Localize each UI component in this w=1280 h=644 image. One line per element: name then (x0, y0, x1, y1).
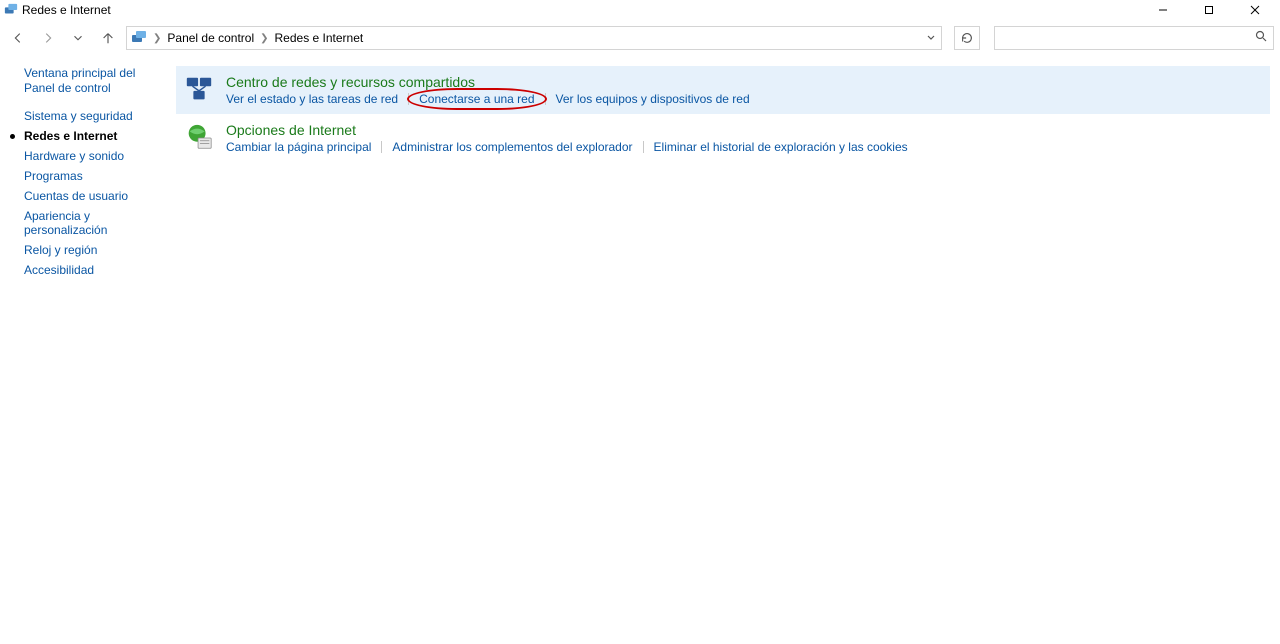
search-box[interactable] (994, 26, 1274, 50)
category-title-internet-options[interactable]: Opciones de Internet (226, 122, 1260, 138)
link-separator (643, 141, 644, 153)
search-icon[interactable] (1255, 29, 1267, 47)
close-button[interactable] (1232, 0, 1278, 20)
network-center-icon (184, 74, 214, 104)
sidebar: Ventana principal del Panel de control S… (0, 66, 176, 280)
window-title: Redes e Internet (22, 3, 111, 17)
search-input[interactable] (1001, 31, 1255, 45)
control-panel-icon (4, 3, 18, 17)
nav-up-button[interactable] (96, 26, 120, 50)
link-connect-network[interactable]: Conectarse a una red (419, 92, 534, 106)
nav-forward-button[interactable] (36, 26, 60, 50)
link-view-status[interactable]: Ver el estado y las tareas de red (226, 92, 398, 106)
sidebar-list: Sistema y seguridad Redes e Internet Har… (24, 106, 176, 280)
breadcrumb-root-icon (131, 30, 147, 46)
link-change-homepage[interactable]: Cambiar la página principal (226, 140, 371, 154)
breadcrumb-part-1[interactable]: Panel de control (167, 31, 254, 45)
titlebar: Redes e Internet (0, 0, 1280, 20)
sidebar-item-apariencia[interactable]: Apariencia y personalización (24, 206, 176, 240)
sidebar-home-link[interactable]: Ventana principal del Panel de control (24, 66, 176, 96)
link-clear-history[interactable]: Eliminar el historial de exploración y l… (654, 140, 908, 154)
minimize-button[interactable] (1140, 0, 1186, 20)
category-internet-options: Opciones de Internet Cambiar la página p… (176, 114, 1270, 162)
nav-recent-button[interactable] (66, 26, 90, 50)
sidebar-item-cuentas[interactable]: Cuentas de usuario (24, 186, 176, 206)
main-content: Centro de redes y recursos compartidos V… (176, 66, 1280, 280)
sidebar-item-accesibilidad[interactable]: Accesibilidad (24, 260, 176, 280)
link-manage-addons[interactable]: Administrar los complementos del explora… (392, 140, 632, 154)
nav-back-button[interactable] (6, 26, 30, 50)
sidebar-item-programas[interactable]: Programas (24, 166, 176, 186)
link-separator (381, 141, 382, 153)
link-separator (408, 93, 409, 105)
internet-options-icon (184, 122, 214, 152)
address-dropdown-button[interactable] (925, 31, 937, 46)
sidebar-item-hardware[interactable]: Hardware y sonido (24, 146, 176, 166)
breadcrumb-part-2[interactable]: Redes e Internet (275, 31, 364, 45)
address-bar[interactable]: ❯ Panel de control ❯ Redes e Internet (126, 26, 942, 50)
maximize-button[interactable] (1186, 0, 1232, 20)
category-title-network-center[interactable]: Centro de redes y recursos compartidos (226, 74, 1260, 90)
refresh-button[interactable] (954, 26, 980, 50)
link-separator (545, 93, 546, 105)
chevron-right-icon: ❯ (260, 33, 268, 44)
navbar: ❯ Panel de control ❯ Redes e Internet (0, 24, 1280, 52)
category-network-center: Centro de redes y recursos compartidos V… (176, 66, 1270, 114)
sidebar-item-redes[interactable]: Redes e Internet (24, 126, 176, 146)
sidebar-item-reloj[interactable]: Reloj y región (24, 240, 176, 260)
chevron-right-icon: ❯ (153, 33, 161, 44)
link-view-devices[interactable]: Ver los equipos y dispositivos de red (556, 92, 750, 106)
sidebar-item-sistema[interactable]: Sistema y seguridad (24, 106, 176, 126)
